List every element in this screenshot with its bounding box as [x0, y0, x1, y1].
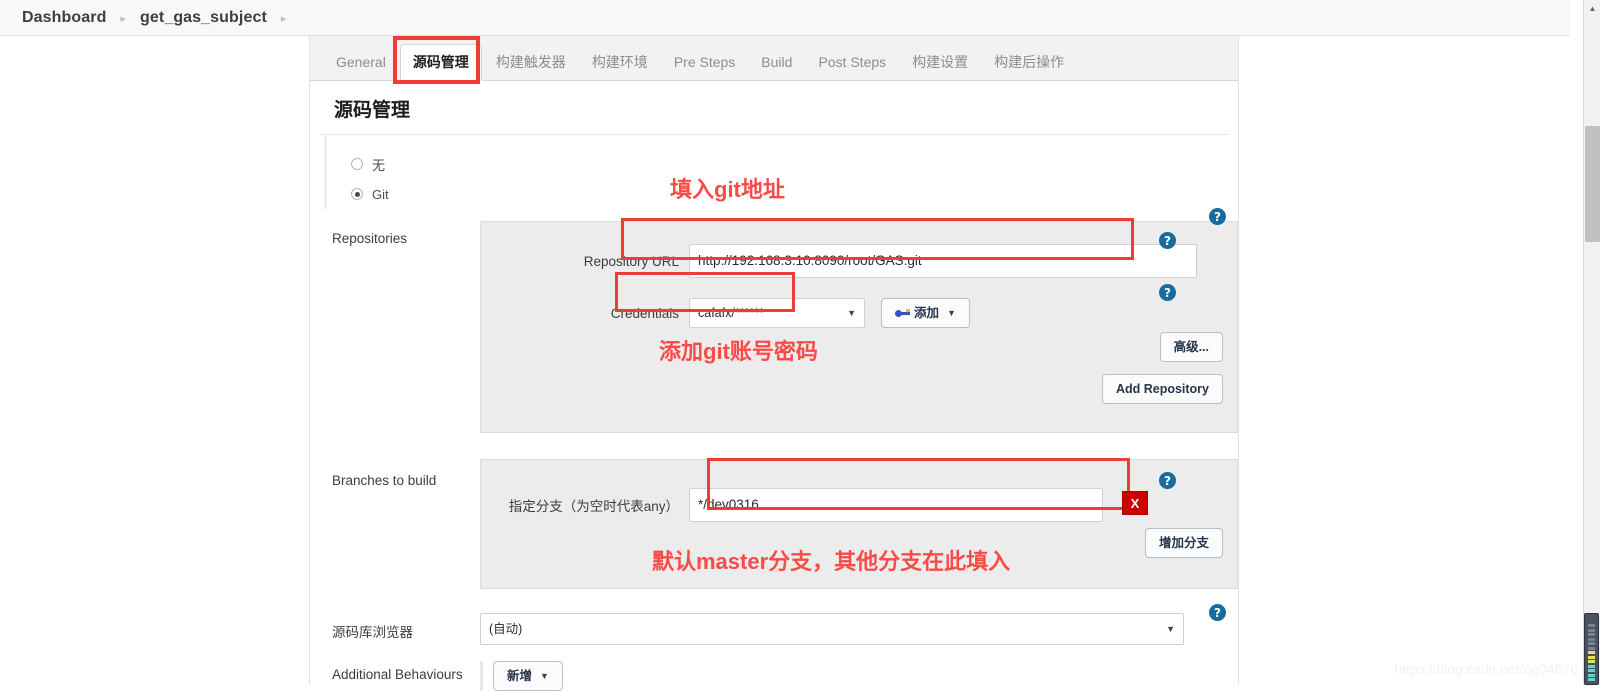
vertical-scrollbar[interactable]: ▲	[1583, 0, 1600, 685]
additional-behaviours-label: Additional Behaviours	[324, 661, 480, 691]
radio-git-icon[interactable]	[351, 188, 363, 200]
annotation-fill-git-url: 填入git地址	[670, 172, 785, 204]
radio-none-icon[interactable]	[351, 158, 363, 170]
tab-general[interactable]: General	[324, 45, 398, 80]
meter-segment	[1588, 633, 1595, 636]
config-tab-bar: General 源码管理 构建触发器 构建环境 Pre Steps Build …	[310, 36, 1238, 81]
scrollbar-thumb[interactable]	[1585, 126, 1600, 242]
branches-action-buttons: 增加分支	[1145, 528, 1223, 558]
repo-browser-label: 源码库浏览器	[324, 613, 480, 645]
repositories-action-buttons: 高级... Add Repository	[1102, 332, 1223, 404]
help-icon-repo-browser[interactable]: ?	[1209, 604, 1226, 621]
branch-specifier-row: 指定分支（为空时代表any） */dev0316	[493, 488, 1225, 522]
repository-url-input[interactable]: http://192.168.3.10:8090/root/GAS.git	[689, 244, 1197, 278]
scm-radio-none-label: 无	[372, 155, 385, 174]
chevron-down-icon-3: ▼	[1166, 614, 1175, 644]
scm-radio-git-label: Git	[372, 187, 389, 202]
help-icon-repository-url[interactable]: ?	[1159, 232, 1176, 249]
add-behaviour-label: 新增	[507, 669, 532, 683]
meter-segment	[1588, 629, 1595, 632]
scroll-up-arrow-icon[interactable]: ▲	[1584, 0, 1600, 17]
tab-build-settings[interactable]: 构建设置	[900, 45, 980, 80]
repo-browser-select-wrap: (自动) ▼	[480, 613, 1238, 645]
add-repository-button[interactable]: Add Repository	[1102, 374, 1223, 404]
breadcrumb-item-dashboard[interactable]: Dashboard	[22, 9, 106, 27]
meter-segment	[1588, 660, 1595, 663]
meter-segment	[1588, 624, 1595, 627]
tab-post-steps[interactable]: Post Steps	[806, 45, 898, 80]
advanced-button[interactable]: 高级...	[1160, 332, 1223, 362]
tab-build-environment[interactable]: 构建环境	[580, 45, 660, 80]
meter-segment	[1588, 647, 1595, 650]
annotation-default-master-branch: 默认master分支，其他分支在此填入	[652, 544, 1010, 576]
branches-label: Branches to build	[324, 459, 480, 589]
level-meter-widget	[1584, 613, 1599, 685]
key-icon	[895, 309, 910, 318]
repositories-label: Repositories	[324, 221, 480, 433]
help-icon-branch-specifier[interactable]: ?	[1159, 472, 1176, 489]
credentials-row: Credentials cafafx/****** ▼ 添加 ▼	[493, 298, 1225, 328]
help-icon-credentials[interactable]: ?	[1159, 284, 1176, 301]
credentials-selected-value: cafafx/******	[698, 299, 764, 327]
chevron-down-icon: ▼	[847, 299, 856, 327]
meter-segment	[1588, 651, 1595, 654]
credentials-label: Credentials	[493, 306, 689, 321]
tab-scm[interactable]: 源码管理	[400, 44, 482, 81]
breadcrumb-separator-icon-2: ▸	[281, 12, 287, 25]
add-branch-button[interactable]: 增加分支	[1145, 528, 1223, 558]
meter-segment	[1588, 642, 1595, 645]
repository-url-label: Repository URL	[493, 254, 689, 269]
chevron-down-icon-2: ▼	[947, 306, 956, 320]
add-credentials-label: 添加	[914, 306, 939, 320]
meter-segment	[1588, 638, 1595, 641]
meter-segment	[1588, 674, 1595, 677]
branch-specifier-label: 指定分支（为空时代表any）	[493, 495, 689, 515]
meter-segment	[1588, 678, 1595, 681]
tab-pre-steps[interactable]: Pre Steps	[662, 45, 747, 80]
repo-browser-select[interactable]: (自动) ▼	[480, 613, 1184, 645]
scm-section-title: 源码管理	[320, 81, 1228, 135]
breadcrumb-separator-icon: ▸	[120, 12, 126, 25]
meter-segment	[1588, 656, 1595, 659]
meter-segment	[1588, 669, 1595, 672]
tab-build-triggers[interactable]: 构建触发器	[484, 45, 578, 80]
chevron-down-icon-4: ▼	[540, 669, 549, 683]
additional-behaviours-row: Additional Behaviours 新增 ▼	[324, 661, 1238, 691]
delete-branch-button[interactable]: X	[1122, 491, 1148, 515]
branch-specifier-input[interactable]: */dev0316	[689, 488, 1103, 522]
tab-post-build-actions[interactable]: 构建后操作	[982, 45, 1076, 80]
repositories-row: Repositories Repository URL http://192.1…	[324, 221, 1238, 433]
additional-behaviours-box: 新增 ▼	[480, 661, 1238, 691]
annotation-add-git-credentials: 添加git账号密码	[659, 334, 818, 366]
page-body: General 源码管理 构建触发器 构建环境 Pre Steps Build …	[0, 36, 1570, 685]
breadcrumb-item-job[interactable]: get_gas_subject	[140, 9, 267, 27]
help-icon-repositories[interactable]: ?	[1209, 208, 1226, 225]
tab-build[interactable]: Build	[749, 45, 804, 80]
breadcrumb: Dashboard ▸ get_gas_subject ▸	[0, 0, 1570, 36]
repo-browser-selected-value: (自动)	[489, 614, 522, 644]
repo-browser-row: 源码库浏览器 (自动) ▼	[324, 613, 1238, 645]
scm-radio-none[interactable]: 无	[351, 149, 1238, 179]
repositories-box: Repository URL http://192.168.3.10:8090/…	[480, 221, 1238, 433]
meter-segment	[1588, 665, 1595, 668]
repository-url-row: Repository URL http://192.168.3.10:8090/…	[493, 244, 1225, 278]
scm-radio-git[interactable]: Git	[351, 179, 1238, 209]
watermark-text: https://blog.csdn.net/qq94676	[1394, 661, 1578, 677]
add-behaviour-button[interactable]: 新增 ▼	[493, 661, 563, 691]
credentials-select[interactable]: cafafx/****** ▼	[689, 298, 865, 328]
add-credentials-button[interactable]: 添加 ▼	[881, 298, 970, 328]
